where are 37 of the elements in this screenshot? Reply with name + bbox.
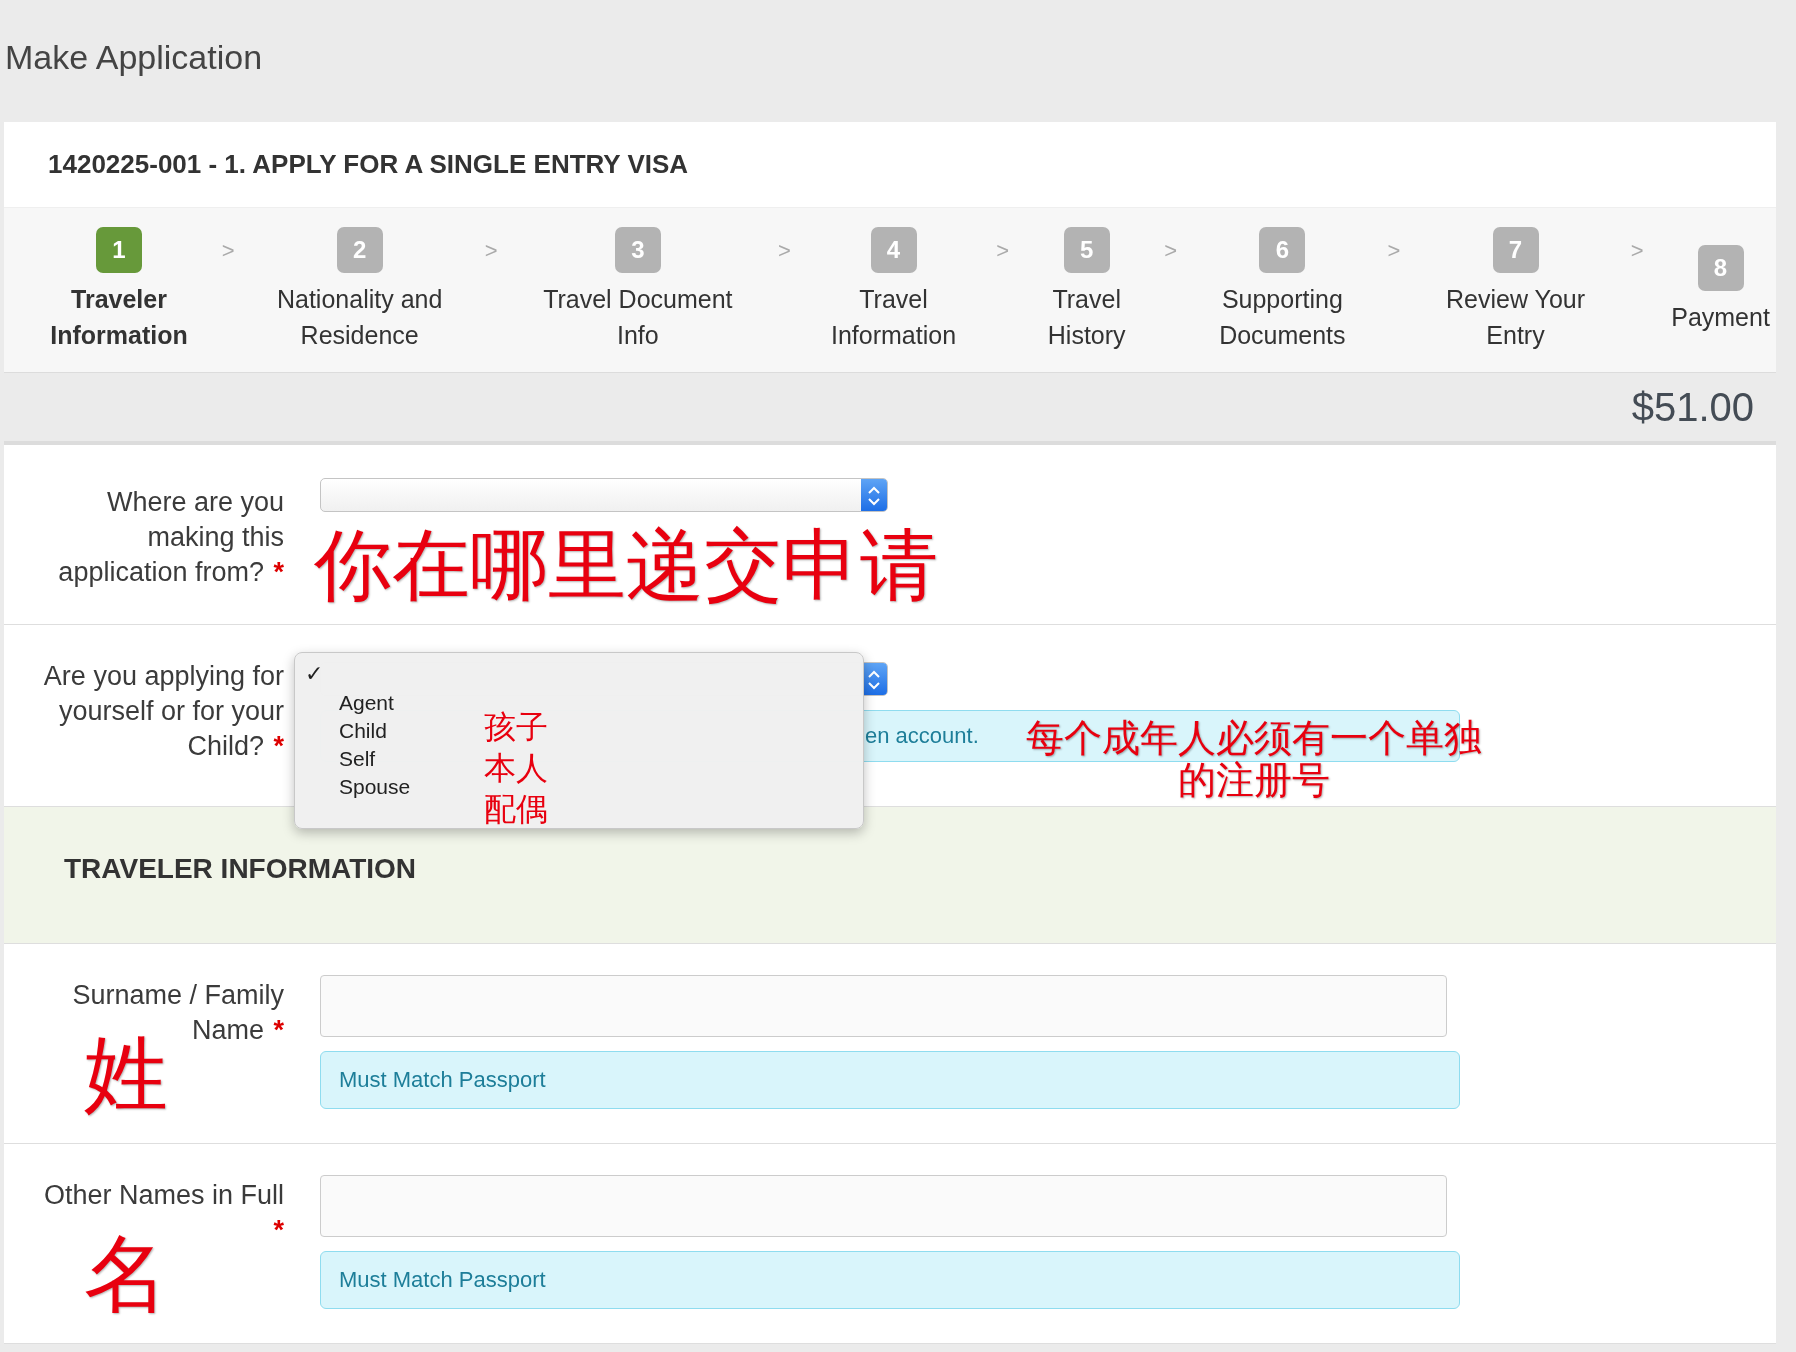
step-label[interactable]: Nationality and Residence (262, 281, 458, 353)
menu-option[interactable]: Self (335, 745, 380, 773)
field-label: Where are you making this application from? * (57, 486, 284, 589)
field-label: Are you applying for yourself or for your Child? * (42, 660, 284, 763)
step-label[interactable]: Travel Information (818, 281, 969, 353)
step-separator: > (778, 238, 791, 264)
annotation-text: 本人 (484, 749, 548, 788)
annotation-text: 你在哪里递交申请 (314, 526, 938, 604)
step-separator: > (484, 238, 498, 264)
step-separator: > (221, 238, 235, 264)
help-text: en account. (865, 723, 979, 749)
application-title: 1420225-001 - 1. APPLY FOR A SINGLE ENTRY VISA (48, 149, 689, 180)
step-separator: > (1630, 238, 1644, 264)
step-label[interactable]: Travel History (1036, 281, 1137, 353)
annotation-text: 配偶 (484, 790, 548, 829)
text-input[interactable] (320, 1175, 1447, 1237)
check-mark: ✓ (305, 660, 324, 688)
section-title: TRAVELER INFORMATION (64, 853, 417, 884)
help-text: Must Match Passport (320, 1251, 1460, 1309)
step-label[interactable]: Traveler Information (44, 281, 194, 353)
annotation-text: 孩子 (484, 708, 548, 747)
menu-option[interactable]: Spouse (335, 773, 415, 801)
select-field[interactable] (320, 478, 888, 512)
menu-option[interactable]: Child (335, 717, 391, 745)
step-separator: > (1387, 238, 1401, 264)
step-separator: > (996, 238, 1010, 264)
step-label[interactable]: Payment (1671, 299, 1770, 335)
step-separator: > (1164, 238, 1178, 264)
text-input[interactable] (320, 975, 1447, 1037)
annotation-text: 每个成年人必须有一个单独的注册号 (1025, 717, 1483, 801)
help-text: Must Match Passport (320, 1051, 1460, 1109)
step-label[interactable]: Review Your Entry (1428, 281, 1604, 353)
step-label[interactable]: Travel Document Info (525, 281, 751, 353)
step-label[interactable]: Supporting Documents (1204, 281, 1360, 353)
total-price: $51.00 (1631, 384, 1754, 430)
menu-option[interactable]: Agent (335, 689, 398, 717)
page-title: Make Application (4, 37, 264, 78)
